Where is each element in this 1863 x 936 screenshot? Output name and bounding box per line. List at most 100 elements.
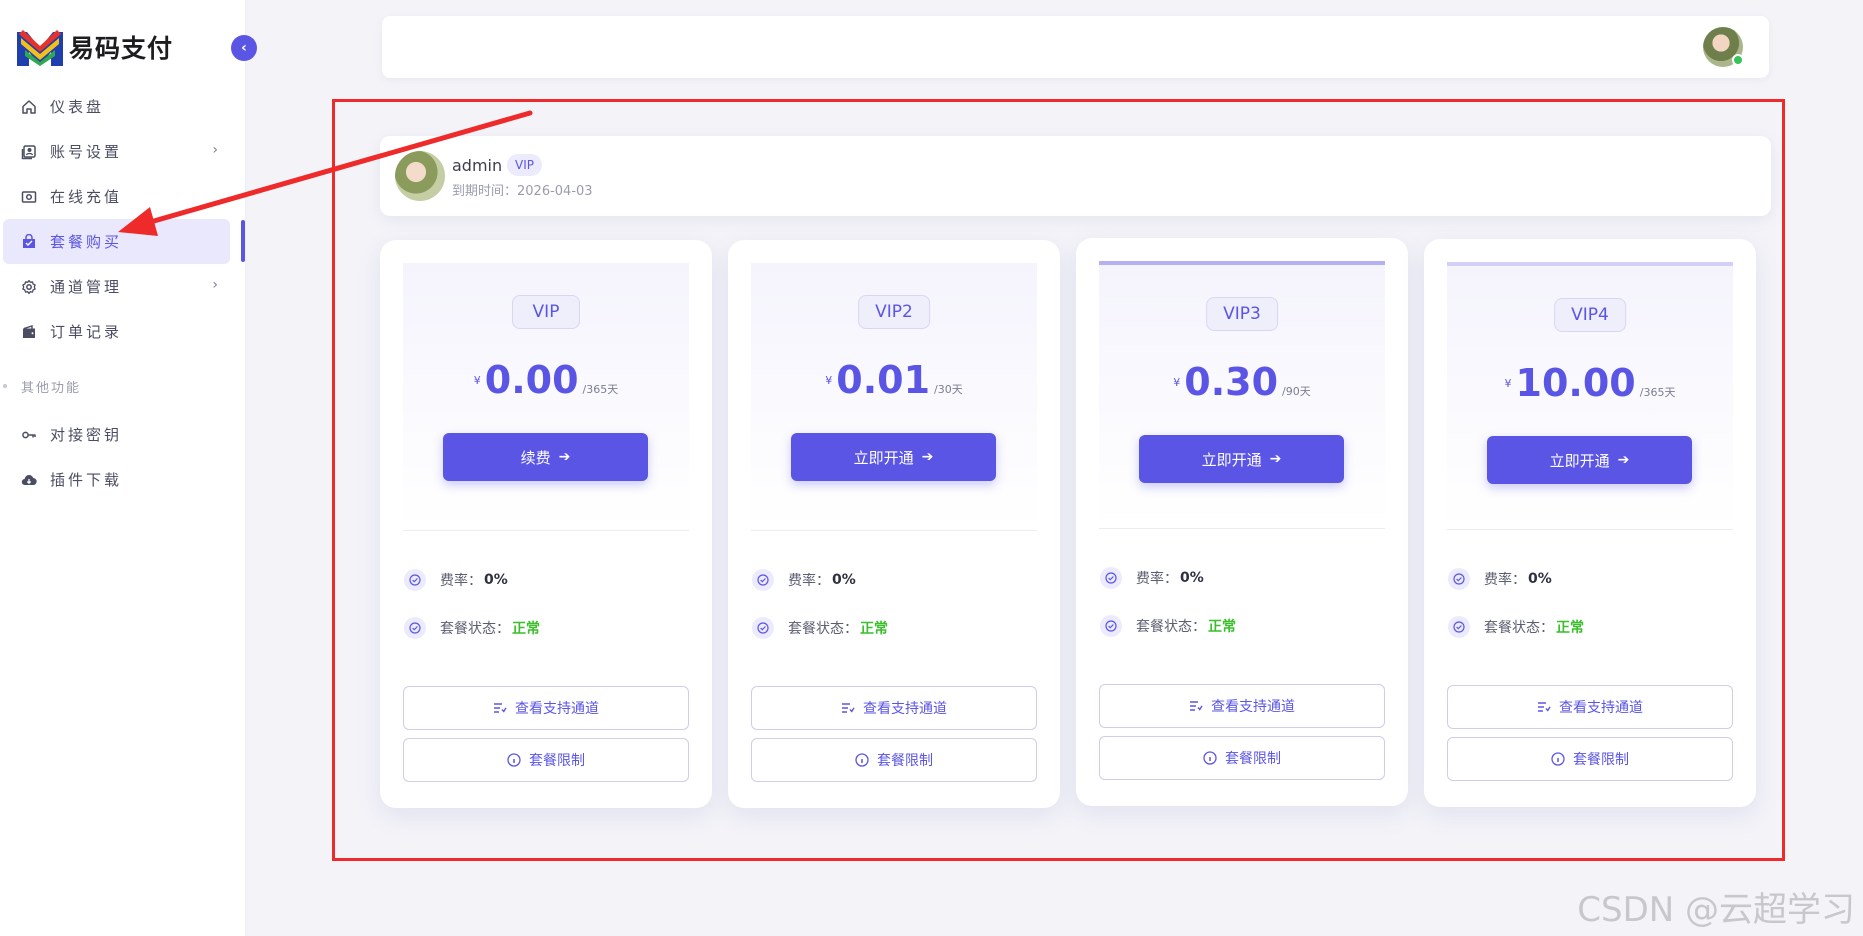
plan-header: VIP2 ¥ 0.01 /30天 立即开通 ➔ xyxy=(751,263,1037,531)
sidebar-item-account-settings[interactable]: 账号设置 › xyxy=(0,129,246,174)
key-icon xyxy=(20,426,38,444)
watermark: CSDN @云超学习 xyxy=(1577,890,1855,930)
plan-name-badge: VIP3 xyxy=(1206,297,1278,331)
cash-icon xyxy=(20,188,38,206)
avatar[interactable] xyxy=(1703,27,1744,67)
price-currency: ¥ xyxy=(473,374,481,387)
price-period: /30天 xyxy=(934,383,963,396)
wallet-icon xyxy=(20,323,38,341)
check-circle-icon xyxy=(752,617,774,639)
plan-header: VIP4 ¥ 10.00 /365天 立即开通 ➔ xyxy=(1447,262,1733,530)
chevron-right-icon: › xyxy=(212,277,218,293)
price-period: /90天 xyxy=(1282,385,1311,398)
button-label: 立即开通 xyxy=(853,448,914,467)
sidebar-item-plugin-download[interactable]: 插件下载 xyxy=(0,457,246,502)
feature-value: 0% xyxy=(484,572,508,588)
view-channels-button[interactable]: 查看支持通道 xyxy=(403,686,689,730)
plan-price: ¥ 10.00 /365天 xyxy=(1447,364,1733,402)
feature-status: 套餐状态： 正常 xyxy=(1100,615,1236,637)
sidebar-item-online-recharge[interactable]: 在线充值 xyxy=(0,174,246,219)
sidebar-item-label: 在线充值 xyxy=(50,188,123,206)
plan-limits-button[interactable]: 套餐限制 xyxy=(1447,737,1733,781)
subscribe-button[interactable]: 立即开通 ➔ xyxy=(791,433,996,481)
check-circle-icon xyxy=(404,617,426,639)
sidebar-item-order-records[interactable]: 订单记录 xyxy=(0,309,246,354)
sidebar-item-channel-management[interactable]: 通道管理 › xyxy=(0,264,246,309)
status-value: 正常 xyxy=(1208,619,1236,635)
price-period: /365天 xyxy=(582,383,619,396)
brand[interactable]: 易码支付 xyxy=(17,28,173,66)
arrow-right-icon: ➔ xyxy=(1269,451,1282,467)
plan-price: ¥ 0.30 /90天 xyxy=(1099,363,1385,401)
plan-price: ¥ 0.00 /365天 xyxy=(403,361,689,399)
sidebar-item-label: 插件下载 xyxy=(50,471,123,489)
plan-card-vip4: VIP4 ¥ 10.00 /365天 立即开通 ➔ 费率： 0% 套餐状态： 正常 … xyxy=(1424,239,1756,807)
button-label: 套餐限制 xyxy=(877,753,933,769)
section-dot-icon xyxy=(3,384,7,388)
sidebar: 易码支付 仪表盘 账号设置 › 在线充值 套餐购买 通道管理 › 订单记录 其他… xyxy=(0,0,246,936)
home-icon xyxy=(20,98,38,116)
online-status-icon xyxy=(1732,54,1744,66)
sidebar-item-api-keys[interactable]: 对接密钥 xyxy=(0,412,246,457)
sidebar-nav: 仪表盘 账号设置 › 在线充值 套餐购买 通道管理 › 订单记录 其他功能 对接… xyxy=(0,84,246,502)
feature-label: 费率： xyxy=(440,573,482,589)
feature-rate: 费率： 0% xyxy=(404,569,508,591)
active-indicator xyxy=(241,220,245,262)
feature-value: 0% xyxy=(832,572,856,588)
sidebar-item-dashboard[interactable]: 仪表盘 xyxy=(0,84,246,129)
plan-limits-button[interactable]: 套餐限制 xyxy=(403,738,689,782)
price-period: /365天 xyxy=(1639,386,1676,399)
feature-rate: 费率： 0% xyxy=(752,569,856,591)
sidebar-section-other: 其他功能 xyxy=(0,360,246,412)
button-label: 立即开通 xyxy=(1549,451,1610,470)
shopping-bag-icon xyxy=(20,233,38,251)
plan-limits-button[interactable]: 套餐限制 xyxy=(1099,736,1385,780)
price-value: 0.30 xyxy=(1184,360,1279,404)
sidebar-item-label: 套餐购买 xyxy=(50,233,123,251)
user-name: admin xyxy=(452,156,503,175)
user-level-badge: VIP xyxy=(507,154,542,176)
plan-name-badge: VIP2 xyxy=(858,295,930,329)
status-value: 正常 xyxy=(860,621,888,637)
button-label: 套餐限制 xyxy=(529,753,585,769)
list-icon xyxy=(493,702,507,714)
plan-limits-button[interactable]: 套餐限制 xyxy=(751,738,1037,782)
button-label: 查看支持通道 xyxy=(515,701,599,717)
user-info-card: admin VIP 到期时间：2026-04-03 xyxy=(380,136,1771,216)
chevron-right-icon: › xyxy=(212,142,218,158)
feature-rate: 费率： 0% xyxy=(1448,568,1552,590)
feature-label: 费率： xyxy=(1136,571,1178,587)
plan-name-badge: VIP xyxy=(512,295,580,329)
info-icon xyxy=(1551,752,1565,766)
check-circle-icon xyxy=(1448,568,1470,590)
view-channels-button[interactable]: 查看支持通道 xyxy=(1099,684,1385,728)
sidebar-item-package-purchase[interactable]: 套餐购买 xyxy=(3,219,230,264)
button-label: 查看支持通道 xyxy=(863,701,947,717)
info-icon xyxy=(507,753,521,767)
collapse-sidebar-button[interactable]: ‹ xyxy=(231,35,257,61)
user-expiry-date: 到期时间：2026-04-03 xyxy=(452,184,593,199)
feature-status: 套餐状态： 正常 xyxy=(404,617,540,639)
price-value: 0.00 xyxy=(484,358,579,402)
plan-header: VIP ¥ 0.00 /365天 续费 ➔ xyxy=(403,263,689,531)
check-circle-icon xyxy=(1448,616,1470,638)
subscribe-button[interactable]: 立即开通 ➔ xyxy=(1487,436,1692,484)
check-circle-icon xyxy=(1100,567,1122,589)
plan-price: ¥ 0.01 /30天 xyxy=(751,361,1037,399)
status-value: 正常 xyxy=(512,621,540,637)
price-currency: ¥ xyxy=(1504,377,1512,390)
button-label: 立即开通 xyxy=(1201,450,1262,469)
list-icon xyxy=(841,702,855,714)
feature-label: 费率： xyxy=(1484,572,1526,588)
button-label: 查看支持通道 xyxy=(1211,699,1295,715)
plan-card-vip2: VIP2 ¥ 0.01 /30天 立即开通 ➔ 费率： 0% 套餐状态： 正常 查看… xyxy=(728,240,1060,808)
subscribe-button[interactable]: 立即开通 ➔ xyxy=(1139,435,1344,483)
feature-label: 套餐状态： xyxy=(1484,620,1554,636)
check-circle-icon xyxy=(752,569,774,591)
info-icon xyxy=(855,753,869,767)
feature-status: 套餐状态： 正常 xyxy=(752,617,888,639)
view-channels-button[interactable]: 查看支持通道 xyxy=(751,686,1037,730)
sidebar-section-label: 其他功能 xyxy=(21,380,82,396)
view-channels-button[interactable]: 查看支持通道 xyxy=(1447,685,1733,729)
renew-button[interactable]: 续费 ➔ xyxy=(443,433,648,481)
